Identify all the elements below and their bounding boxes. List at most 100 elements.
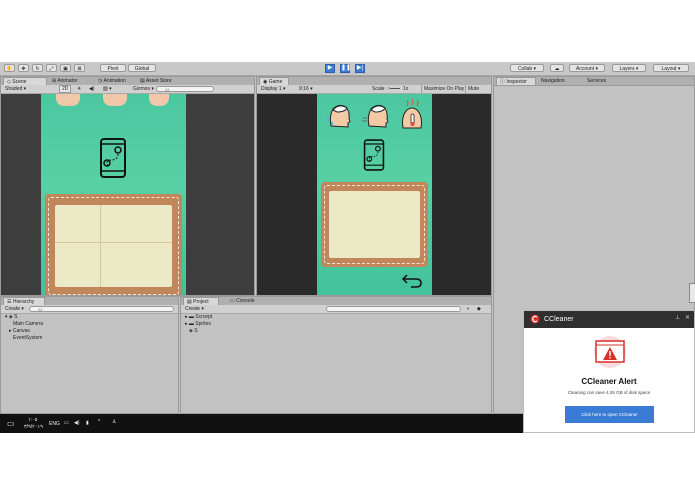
layers-dropdown[interactable]: Layers ▾ bbox=[612, 64, 646, 72]
notification-center-icon[interactable]: ▭ bbox=[7, 419, 15, 428]
layout-label: Layout bbox=[661, 66, 677, 72]
mode-2d-toggle[interactable]: 2D bbox=[59, 85, 72, 93]
inspector-scroll-handle[interactable] bbox=[689, 283, 695, 303]
cloud-icon[interactable]: ☁ bbox=[550, 64, 564, 72]
close-icon[interactable]: ✕ bbox=[685, 314, 690, 321]
tab-project[interactable]: ▤ Project bbox=[183, 297, 219, 305]
pivot-toggle[interactable]: Pivot bbox=[100, 64, 126, 72]
gizmos-dropdown[interactable]: Gizmos ▾ bbox=[131, 85, 156, 93]
game-viewport[interactable] bbox=[257, 94, 491, 295]
rotate-tool-icon[interactable]: ↻ bbox=[32, 64, 43, 72]
scene-grid-line bbox=[55, 242, 172, 243]
project-item-label: Sprites bbox=[195, 321, 211, 327]
tab-scene[interactable]: ◇ Scene bbox=[3, 77, 47, 85]
tab-hierarchy[interactable]: ☰ Hierarchy bbox=[3, 297, 45, 305]
game-subbar: Display 1 ▾ 9:16 ▾ Scale ○ 1x Maximize O… bbox=[257, 85, 491, 100]
taskbar-clock-date[interactable]: ٣/٩/٢٠١٩ bbox=[24, 424, 43, 430]
scene-search-input[interactable]: All bbox=[156, 86, 214, 92]
pin-icon[interactable]: ⊥ bbox=[675, 314, 680, 321]
layers-label: Layers bbox=[619, 66, 635, 72]
filter-type-icon[interactable]: ◐ bbox=[465, 305, 472, 313]
hierarchy-scene-row[interactable]: ▾ ◈ S bbox=[5, 314, 18, 321]
tab-game[interactable]: ◉ Game bbox=[259, 77, 289, 85]
account-dropdown[interactable]: Account ▾ bbox=[569, 64, 605, 72]
face-icon-partial bbox=[103, 94, 127, 106]
hierarchy-search-input[interactable]: All bbox=[29, 306, 174, 312]
scene-subbar: Shaded ▾ 2D ☀ ◀) ▨ ▾ Gizmos ▾ All bbox=[1, 85, 254, 94]
ccleaner-alert-title: CCleaner Alert bbox=[581, 377, 637, 386]
hand-tool-icon[interactable]: ✋ bbox=[4, 64, 15, 72]
scale-label-text: Scale bbox=[372, 86, 385, 92]
tab-console-label: Console bbox=[236, 298, 255, 304]
transform-tool-icon[interactable]: ⊠ bbox=[74, 64, 85, 72]
display-label: Display 1 bbox=[261, 86, 282, 92]
folder-icon: ▬ bbox=[188, 314, 194, 320]
mute-audio-toggle[interactable]: Mute Audio bbox=[465, 85, 491, 100]
pivot-label: Pivot bbox=[107, 66, 119, 72]
tab-console[interactable]: ▭ Console bbox=[227, 297, 261, 305]
tab-animator-label: Animator bbox=[57, 78, 78, 84]
breathing-face-icon bbox=[362, 104, 389, 128]
project-search-input[interactable] bbox=[326, 306, 461, 312]
global-toggle[interactable]: Global bbox=[128, 64, 156, 72]
tab-animator[interactable]: ⊞ Animator bbox=[49, 77, 93, 85]
ccleaner-alert-message: Cleaning can save 4.26 GB of disk space bbox=[567, 390, 651, 395]
board-inner-area bbox=[55, 205, 172, 287]
project-item-label: S bbox=[194, 328, 198, 334]
shaded-dropdown[interactable]: Shaded ▾ bbox=[3, 85, 28, 93]
rect-tool-icon[interactable]: ▣ bbox=[60, 64, 71, 72]
tab-asset-store[interactable]: ▤ Asset Store bbox=[137, 77, 187, 85]
scale-tool-icon[interactable]: ⤢ bbox=[46, 64, 57, 72]
step-button[interactable]: ▶| bbox=[355, 64, 365, 73]
hierarchy-search-placeholder: All bbox=[38, 307, 43, 312]
audio-toggle-icon[interactable]: ◀) bbox=[87, 85, 97, 93]
maximize-label: Maximize On Play bbox=[424, 86, 465, 92]
maximize-on-play-toggle[interactable]: Maximize On Play bbox=[421, 85, 466, 93]
hierarchy-subbar: Create ▾ All bbox=[1, 305, 178, 314]
ccleaner-header: CCleaner ⊥ ✕ bbox=[524, 311, 694, 328]
project-panel: ▤ Project ▭ Console Create ▾ ◐ ◆ ▸ ▬ Scr… bbox=[180, 296, 492, 414]
hierarchy-item-label: Canvas bbox=[12, 328, 30, 334]
taskbar-clock-time[interactable]: ١:٠٥ bbox=[28, 417, 37, 423]
tab-services[interactable]: Services bbox=[584, 77, 618, 85]
unity-scene-icon: ◈ bbox=[189, 328, 193, 334]
game-board-frame bbox=[321, 182, 428, 267]
hierarchy-create-label: Create bbox=[5, 306, 21, 312]
scale-slider[interactable]: ○ bbox=[385, 85, 402, 93]
project-create-dropdown[interactable]: Create ▾ bbox=[183, 305, 206, 313]
people-icon[interactable]: ♙ bbox=[112, 419, 116, 425]
show-hidden-icons-chevron[interactable]: ^ bbox=[98, 419, 100, 425]
aspect-dropdown[interactable]: 9:16 ▾ bbox=[297, 85, 315, 93]
effects-dropdown-icon[interactable]: ▨ ▾ bbox=[101, 85, 114, 93]
lighting-toggle-icon[interactable]: ☀ bbox=[75, 85, 83, 93]
aspect-label: 9:16 bbox=[299, 86, 309, 92]
hierarchy-item[interactable]: Main Camera bbox=[13, 321, 43, 328]
battery-icon[interactable]: ▭ bbox=[64, 420, 69, 426]
hierarchy-item[interactable]: ▸ Canvas bbox=[9, 328, 30, 335]
collab-dropdown[interactable]: Collab ▾ bbox=[510, 64, 544, 72]
tab-services-label: Services bbox=[587, 78, 607, 84]
open-ccleaner-button[interactable]: Click here to open CCleaner bbox=[565, 406, 654, 423]
language-indicator[interactable]: ENG bbox=[49, 421, 60, 427]
display-dropdown[interactable]: Display 1 ▾ bbox=[259, 85, 287, 93]
network-icon[interactable]: ▮ bbox=[86, 420, 89, 426]
scale-value: 1x bbox=[403, 86, 409, 92]
move-tool-icon[interactable]: ✥ bbox=[18, 64, 29, 72]
tab-inspector[interactable]: ⓘ Inspector bbox=[496, 77, 536, 85]
volume-icon[interactable]: ◀) bbox=[74, 420, 80, 426]
tab-animation[interactable]: ◷ Animation bbox=[95, 77, 135, 85]
pause-button[interactable]: ❚❚ bbox=[340, 64, 351, 73]
project-item[interactable]: ▸ ▬ Scrcept bbox=[185, 314, 212, 321]
project-item-label: Scrcept bbox=[195, 314, 213, 320]
tab-navigation[interactable]: Navigation bbox=[538, 77, 582, 85]
unity-scene-icon: ◈ bbox=[8, 314, 13, 320]
layout-dropdown[interactable]: Layout ▾ bbox=[653, 64, 689, 72]
project-item[interactable]: ▸ ▬ Sprites bbox=[185, 321, 211, 328]
filter-label-icon[interactable]: ◆ bbox=[475, 305, 483, 313]
hierarchy-create-dropdown[interactable]: Create ▾ bbox=[3, 305, 26, 313]
scene-viewport[interactable] bbox=[1, 94, 254, 295]
hierarchy-item[interactable]: EventSystem bbox=[13, 335, 42, 342]
project-item[interactable]: ◈ S bbox=[189, 328, 198, 335]
back-arrow-icon[interactable] bbox=[401, 272, 423, 288]
play-button[interactable]: ▶ bbox=[325, 64, 335, 73]
